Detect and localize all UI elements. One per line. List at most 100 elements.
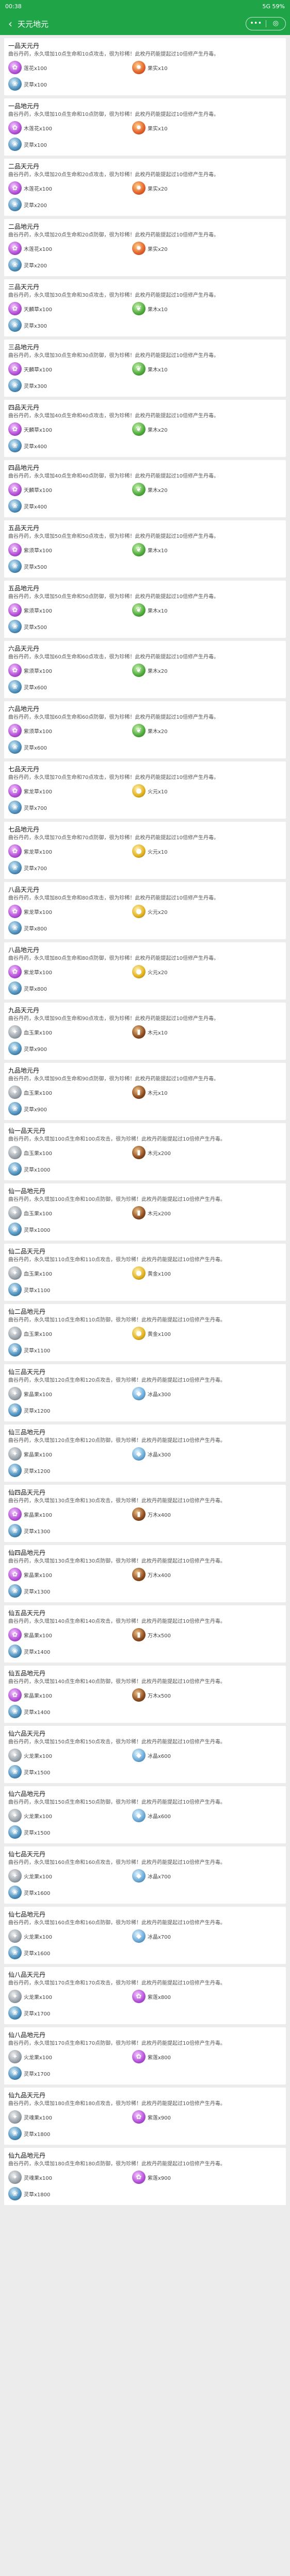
pill-card: 九品天元丹 曲谷丹药，永久增加90点生命和90点攻击，很为珍稀！此枚丹药能提起过… <box>4 1003 286 1060</box>
pill-card: 七品地元丹 曲谷丹药，永久增加70点生命和70点防御，很为珍稀！此枚丹药能提起过… <box>4 822 286 879</box>
ingredient-row: ✿ 木莲花x100 ✹ 果实x10 <box>8 120 282 136</box>
secondary-ingredient: ▮ 万木x500 <box>132 1688 171 1702</box>
herb-icon: ❀ <box>8 198 22 211</box>
pill-card: 仙七品天元丹 曲谷丹药，永久增加160点生命和160点攻击，很为珍稀！此枚丹药能… <box>4 1846 286 1904</box>
ingredient-label: 灵草x1600 <box>24 1951 51 1957</box>
ingredient-label: 紫龙草x100 <box>24 789 53 795</box>
ingredient-label: 冰晶x600 <box>148 1753 171 1759</box>
herb-icon: ❀ <box>8 1403 22 1417</box>
ingredient-label: 灵草x200 <box>24 202 47 209</box>
ingredient-label: 天麟草x100 <box>24 487 53 494</box>
pill-description: 曲谷丹药，永久增加160点生命和160点防御，很为珍稀！此枚丹药能提起过10倍修… <box>8 1920 225 1926</box>
herb-icon: ❀ <box>8 2006 22 2020</box>
ingredient-label: 火龙果x100 <box>24 2055 53 2061</box>
back-icon[interactable]: ‹ <box>4 18 17 30</box>
ingredient-label: 灵草x1400 <box>24 1709 51 1716</box>
pill-description: 曲谷丹药，永久增加160点生命和160点攻击，很为珍稀！此枚丹药能提起过10倍修… <box>8 1860 225 1866</box>
ingredient-label: 果实x20 <box>148 246 168 252</box>
pill-description: 曲谷丹药，永久增加20点生命和20点攻击，很为珍稀！此枚丹药能提起过10倍修产生… <box>8 172 219 178</box>
ingredient-label: 灵草x1200 <box>24 1408 51 1414</box>
ingredient-row: ❀ 灵草x100 <box>8 76 282 92</box>
ingredient-label: 灵草x400 <box>24 504 47 510</box>
herb-icon: ❀ <box>8 1524 22 1537</box>
ingredient-label: 火元x20 <box>148 970 168 976</box>
close-button[interactable]: ◎ <box>266 18 286 30</box>
ingredient-label: 紫须草x100 <box>24 608 53 614</box>
ingredient-label: 灵魂果x100 <box>24 2175 53 2181</box>
pill-card: 一品地元丹 曲谷丹药，永久增加10点生命和10点防御，很为珍稀！此枚丹药能提起过… <box>4 98 286 156</box>
pill-description: 曲谷丹药，永久增加60点生命和60点防御，很为珍稀！此枚丹药能提起过10倍修产生… <box>8 715 219 720</box>
ingredient-row: ✦ 火龙果x100 ◆ 冰晶x600 <box>8 1747 282 1764</box>
pill-name: 九品地元丹 <box>8 1067 40 1074</box>
ingredient-label: 果实x10 <box>148 65 168 72</box>
ingredient-row: ❀ 灵草x600 <box>8 739 282 755</box>
pill-card: 八品地元丹 曲谷丹药，永久增加80点生命和80点防御，很为珍稀！此枚丹药能提起过… <box>4 942 286 999</box>
ingredient-row: ✦ 血玉果x100 ● 黄金x100 <box>8 1325 282 1342</box>
grass-icon: ❦ <box>132 362 146 376</box>
more-button[interactable]: ••• <box>246 18 266 30</box>
sword-icon: ✦ <box>8 1146 22 1159</box>
ingredient-row: ✿ 紫须草x100 ❦ 果木x20 <box>8 722 282 739</box>
ingredient-label: 紫晶果x100 <box>24 1572 53 1579</box>
ingredient-label: 血玉果x100 <box>24 1211 53 1217</box>
ingredient-label: 紫莲x900 <box>148 2115 171 2121</box>
ingredient-row: ❀ 灵草x1800 <box>8 2185 282 2202</box>
pill-description: 曲谷丹药，永久增加140点生命和140点攻击，很为珍稀！此枚丹药能提起过10倍修… <box>8 1619 225 1624</box>
pill-name: 仙四品地元丹 <box>8 1549 46 1556</box>
ingredient-label: 紫莲x800 <box>148 2055 171 2061</box>
sword-icon: ✦ <box>8 1869 22 1883</box>
pill-name: 仙一品天元丹 <box>8 1127 46 1134</box>
sword-icon: ✦ <box>8 1327 22 1340</box>
secondary-ingredient: ◆ 冰晶x300 <box>132 1447 171 1461</box>
lotus-icon: ✿ <box>8 603 22 617</box>
ingredient-label: 木元x200 <box>148 1211 171 1217</box>
pill-name: 一品地元丹 <box>8 103 40 110</box>
ingredient-row: ❀ 灵草x1300 <box>8 1583 282 1599</box>
ingredient-label: 灵草x500 <box>24 624 47 631</box>
herb-icon: ❀ <box>8 1464 22 1477</box>
lotus-icon: ✿ <box>8 543 22 556</box>
secondary-ingredient: ● 火元x10 <box>132 844 168 858</box>
sword-icon: ✦ <box>8 1990 22 2003</box>
cube-icon: ◆ <box>132 1809 146 1822</box>
ingredient-row: ✿ 紫龙草x100 ● 火元x10 <box>8 783 282 799</box>
ingredient-label: 果木x20 <box>148 487 168 494</box>
ingredient-label: 木元x200 <box>148 1150 171 1157</box>
ingredient-label: 黄金x100 <box>148 1271 171 1277</box>
pellet-icon: ● <box>132 844 146 858</box>
ingredient-label: 灵草x900 <box>24 1107 47 1113</box>
herb-icon: ❀ <box>8 560 22 573</box>
lotus-icon: ✿ <box>8 784 22 798</box>
nav-bar: ‹ 天元地元 ••• ◎ <box>0 12 290 35</box>
ingredient-label: 血玉果x100 <box>24 1331 53 1337</box>
ingredient-row: ✿ 紫龙草x100 ● 火元x20 <box>8 903 282 920</box>
lotus-icon: ✿ <box>8 483 22 496</box>
ingredient-label: 灵草x1600 <box>24 1890 51 1896</box>
ingredient-row: ✿ 紫须草x100 ❦ 果木x20 <box>8 662 282 679</box>
lotus-icon: ✿ <box>8 362 22 376</box>
pill-card: 九品地元丹 曲谷丹药，永久增加90点生命和90点防御，很为珍稀！此枚丹药能提起过… <box>4 1063 286 1120</box>
ingredient-label: 万木x500 <box>148 1633 171 1639</box>
lotus-icon: ✿ <box>8 181 22 195</box>
lotus-icon: ✿ <box>8 61 22 74</box>
ingredient-row: ✦ 火龙果x100 ✿ 紫莲x800 <box>8 2048 282 2065</box>
status-bar: 00:38 5G 59% <box>0 0 290 12</box>
grass-icon: ❦ <box>132 422 146 436</box>
ingredient-label: 紫晶果x100 <box>24 1693 53 1699</box>
pill-description: 曲谷丹药，永久增加180点生命和180点攻击，很为珍稀！此枚丹药能提起过10倍修… <box>8 2101 225 2107</box>
lotus-icon: ✿ <box>8 121 22 134</box>
ingredient-row: ❀ 灵草x1400 <box>8 1703 282 1720</box>
herb-icon: ❀ <box>8 2187 22 2200</box>
secondary-ingredient: ▮ 木元x10 <box>132 1025 168 1039</box>
ingredient-row: ❀ 灵草x1200 <box>8 1402 282 1418</box>
pill-card: 仙一品地元丹 曲谷丹药，永久增加100点生命和100点防御，很为珍稀！此枚丹药能… <box>4 1183 286 1241</box>
herb-icon: ❀ <box>8 1042 22 1055</box>
ingredient-row: ❀ 灵草x1800 <box>8 2125 282 2142</box>
status-time: 00:38 <box>5 3 22 10</box>
ingredient-label: 火龙果x100 <box>24 1814 53 1820</box>
ingredient-row: ❀ 灵草x300 <box>8 377 282 394</box>
ingredient-label: 血玉果x100 <box>24 1030 53 1036</box>
wood-icon: ▮ <box>132 1206 146 1219</box>
secondary-ingredient: ◆ 冰晶x600 <box>132 1809 171 1822</box>
ingredient-label: 灵草x1700 <box>24 2071 51 2077</box>
